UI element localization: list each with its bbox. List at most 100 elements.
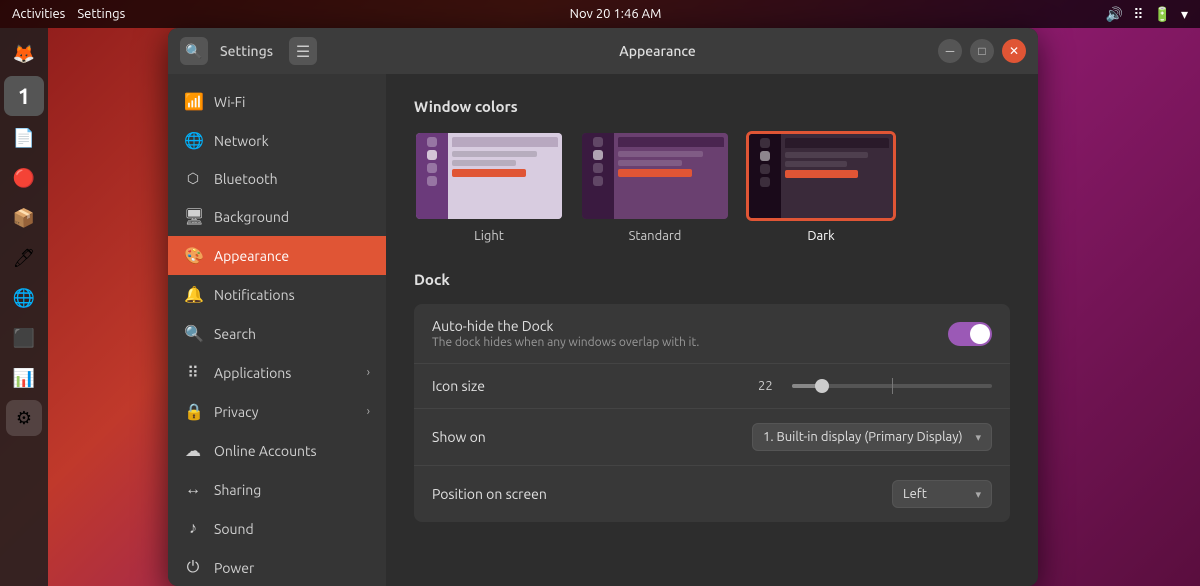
network-status-icon[interactable]: ⠿: [1133, 6, 1143, 23]
top-bar-datetime: Nov 20 1:46 AM: [570, 7, 662, 21]
sidebar-item-online-accounts[interactable]: ☁ Online Accounts: [168, 431, 386, 470]
sidebar-item-sound[interactable]: ♪ Sound: [168, 509, 386, 548]
dock-item-app7[interactable]: 📊: [6, 360, 42, 396]
sidebar-item-bluetooth[interactable]: ⬡ Bluetooth: [168, 160, 386, 197]
title-bar-search-button[interactable]: 🔍: [180, 37, 208, 65]
network-icon: 🌐: [184, 131, 202, 150]
maximize-button[interactable]: □: [970, 39, 994, 63]
sound-icon[interactable]: 🔊: [1106, 6, 1123, 23]
settings-window: 🔍 Settings ☰ Appearance ─ □ ✕ 📶 Wi-Fi 🌐 …: [168, 28, 1038, 586]
sidebar-item-sound-label: Sound: [214, 521, 254, 537]
light-label: Light: [474, 229, 504, 243]
title-bar: 🔍 Settings ☰ Appearance ─ □ ✕: [168, 28, 1038, 74]
toggle-knob: [970, 324, 990, 344]
privacy-arrow-icon: ›: [367, 405, 370, 418]
sidebar-item-network-label: Network: [214, 133, 269, 149]
system-menu-icon[interactable]: ▾: [1181, 6, 1188, 23]
color-option-standard[interactable]: Standard: [580, 131, 730, 243]
title-bar-left: 🔍 Settings ☰: [180, 37, 317, 65]
slider-row: 22: [712, 379, 992, 393]
sidebar-item-privacy[interactable]: 🔒 Privacy ›: [168, 392, 386, 431]
dark-label: Dark: [807, 229, 834, 243]
window-title: Appearance: [619, 43, 696, 59]
color-option-dark[interactable]: Dark: [746, 131, 896, 243]
sidebar-item-search-label: Search: [214, 326, 256, 342]
sidebar-item-applications[interactable]: ⠿ Applications ›: [168, 353, 386, 392]
privacy-icon: 🔒: [184, 402, 202, 421]
settings-body: 📶 Wi-Fi 🌐 Network ⬡ Bluetooth 🖥 Backgrou…: [168, 74, 1038, 586]
window-controls: ─ □ ✕: [938, 39, 1026, 63]
autohide-row: Auto-hide the Dock The dock hides when a…: [414, 304, 1010, 364]
dock-item-settings[interactable]: ⚙: [6, 400, 42, 436]
position-dropdown[interactable]: Left ▾: [892, 480, 992, 508]
appearance-icon: 🎨: [184, 246, 202, 265]
show-on-value: 1. Built-in display (Primary Display): [763, 430, 963, 444]
close-button[interactable]: ✕: [1002, 39, 1026, 63]
show-on-dropdown-arrow-icon: ▾: [975, 431, 981, 444]
show-on-label: Show on: [432, 429, 752, 445]
minimize-button[interactable]: ─: [938, 39, 962, 63]
standard-label: Standard: [629, 229, 682, 243]
dock-item-app4[interactable]: 📦: [6, 200, 42, 236]
icon-size-label: Icon size: [432, 378, 712, 394]
dock-item-firefox[interactable]: 🦊: [6, 36, 42, 72]
battery-icon[interactable]: 🔋: [1154, 6, 1171, 23]
sidebar-item-appearance-label: Appearance: [214, 248, 289, 264]
activities-button[interactable]: Activities: [12, 7, 65, 21]
sidebar-item-appearance[interactable]: 🎨 Appearance: [168, 236, 386, 275]
dock-item-terminal[interactable]: ⬛: [6, 320, 42, 356]
dock-item-app3[interactable]: 🔴: [6, 160, 42, 196]
show-on-dropdown[interactable]: 1. Built-in display (Primary Display) ▾: [752, 423, 992, 451]
sidebar-item-background-label: Background: [214, 209, 289, 225]
datetime-label: Nov 20 1:46 AM: [570, 7, 662, 21]
icon-size-value: 22: [758, 379, 782, 393]
dock-item-files[interactable]: 📄: [6, 120, 42, 156]
settings-title: Settings: [220, 43, 273, 59]
sidebar-item-sharing-label: Sharing: [214, 482, 261, 498]
dock-item-chrome[interactable]: 🌐: [6, 280, 42, 316]
notifications-icon: 🔔: [184, 285, 202, 304]
settings-menu[interactable]: Settings: [77, 7, 125, 21]
autohide-toggle[interactable]: [948, 322, 992, 346]
sound-sidebar-icon: ♪: [184, 519, 202, 538]
sidebar-item-notifications[interactable]: 🔔 Notifications: [168, 275, 386, 314]
online-accounts-icon: ☁: [184, 441, 202, 460]
sidebar-item-online-accounts-label: Online Accounts: [214, 443, 317, 459]
position-value: Left: [903, 487, 927, 501]
standard-preview: [580, 131, 730, 221]
sharing-icon: ↔: [184, 480, 202, 499]
sidebar-item-power-label: Power: [214, 560, 254, 576]
sidebar-item-applications-label: Applications: [214, 365, 291, 381]
main-content: Window colors: [386, 74, 1038, 586]
sidebar-item-power[interactable]: ⏻ Power: [168, 548, 386, 586]
sidebar-item-search[interactable]: 🔍 Search: [168, 314, 386, 353]
window-colors-title: Window colors: [414, 98, 1010, 115]
top-bar-right: 🔊 ⠿ 🔋 ▾: [1106, 6, 1188, 23]
sidebar: 📶 Wi-Fi 🌐 Network ⬡ Bluetooth 🖥 Backgrou…: [168, 74, 386, 586]
dock-item-number: 1: [4, 76, 44, 116]
position-label: Position on screen: [432, 486, 892, 502]
sidebar-item-wifi[interactable]: 📶 Wi-Fi: [168, 82, 386, 121]
autohide-label: Auto-hide the Dock: [432, 318, 948, 334]
light-preview: [414, 131, 564, 221]
icon-size-row: Icon size 22: [414, 364, 1010, 409]
top-bar-left: Activities Settings: [12, 7, 125, 21]
position-dropdown-arrow-icon: ▾: [975, 488, 981, 501]
background-icon: 🖥: [184, 207, 202, 226]
icon-size-slider[interactable]: [792, 384, 992, 388]
sidebar-item-network[interactable]: 🌐 Network: [168, 121, 386, 160]
sidebar-item-background[interactable]: 🖥 Background: [168, 197, 386, 236]
title-bar-menu-button[interactable]: ☰: [289, 37, 317, 65]
top-bar: Activities Settings Nov 20 1:46 AM 🔊 ⠿ 🔋…: [0, 0, 1200, 28]
left-dock: 🦊 1 📄 🔴 📦 🖊 🌐 ⬛ 📊 ⚙: [0, 28, 48, 586]
wifi-icon: 📶: [184, 92, 202, 111]
applications-arrow-icon: ›: [367, 366, 370, 379]
applications-icon: ⠿: [184, 363, 202, 382]
sidebar-item-sharing[interactable]: ↔ Sharing: [168, 470, 386, 509]
power-icon: ⏻: [184, 558, 202, 577]
color-option-light[interactable]: Light: [414, 131, 564, 243]
autohide-sublabel: The dock hides when any windows overlap …: [432, 336, 948, 349]
sidebar-item-notifications-label: Notifications: [214, 287, 295, 303]
autohide-label-group: Auto-hide the Dock The dock hides when a…: [432, 318, 948, 349]
dock-item-app5[interactable]: 🖊: [6, 240, 42, 276]
